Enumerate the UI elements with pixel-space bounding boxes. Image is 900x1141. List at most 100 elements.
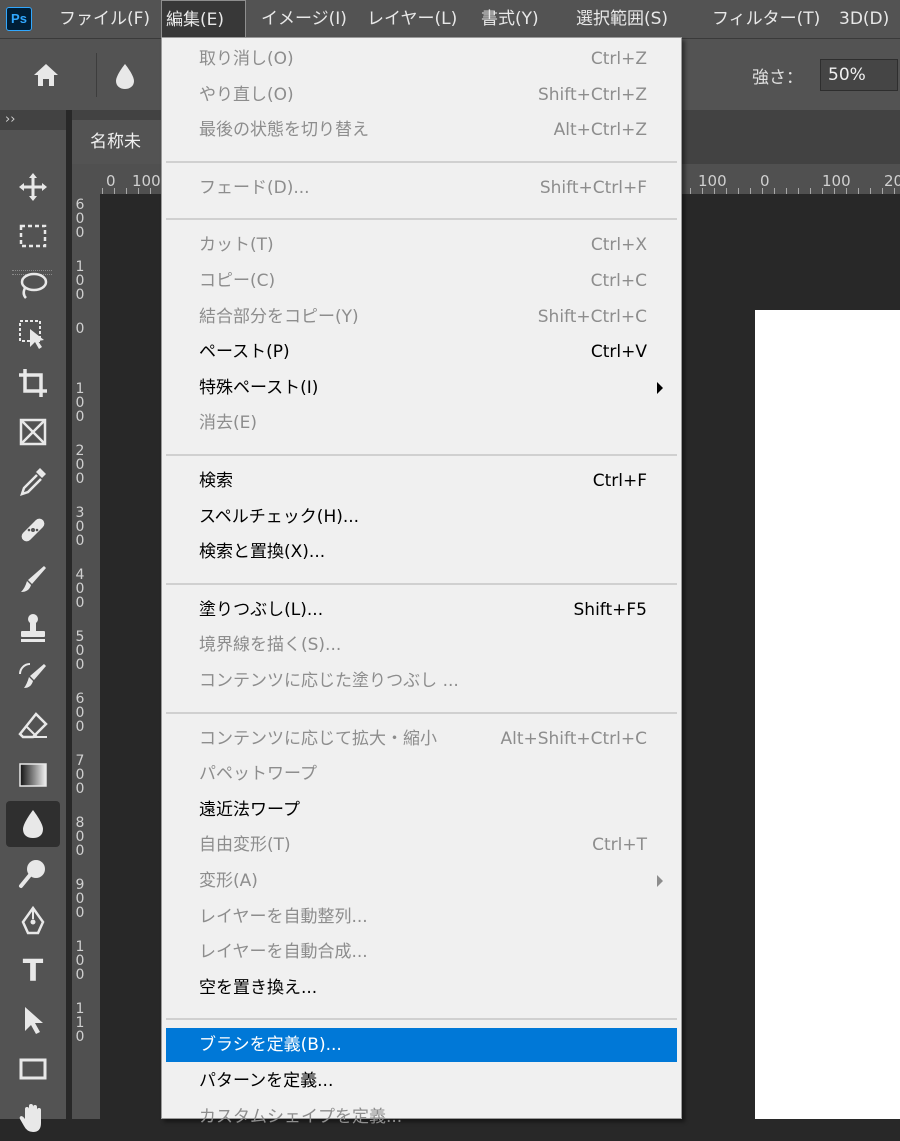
menu-item[interactable]: ブラシを定義(B)... — [166, 1028, 677, 1063]
menu-item[interactable]: パターンを定義... — [166, 1064, 677, 1098]
ruler-v-label: 0 — [75, 287, 85, 303]
menubar-item[interactable]: 3D(D) — [835, 0, 900, 38]
ruler-v-label: 9 — [75, 877, 85, 893]
ruler-v-label: 0 — [75, 967, 85, 983]
edit-menu-dropdown: 取り消し(O) Ctrl+Z やり直し(O) Shift+Ctrl+Z 最後の状態を切り… — [161, 37, 682, 1127]
crop-tool-icon[interactable] — [6, 360, 60, 406]
object-select-tool-icon[interactable] — [6, 311, 60, 357]
clone-stamp-tool-icon[interactable] — [6, 605, 60, 651]
submenu-arrow-icon — [657, 381, 663, 394]
path-select-tool-icon[interactable] — [6, 997, 60, 1043]
dodge-tool-icon[interactable] — [6, 850, 60, 896]
history-brush-tool-icon[interactable] — [6, 654, 60, 700]
ruler-v-label: 1 — [75, 259, 85, 275]
menu-item[interactable]: カスタムシェイプを定義... — [166, 1100, 677, 1134]
ruler-v-label: 0 — [75, 767, 85, 783]
menu-item[interactable]: 検索 Ctrl+F — [166, 464, 677, 498]
menu-item[interactable]: コンテンツに応じた塗りつぶし ... — [166, 664, 677, 698]
menu-item[interactable]: 取り消し(O) Ctrl+Z — [166, 42, 677, 76]
menubar-item[interactable]: 選択範囲(S) — [572, 0, 698, 38]
menu-item-label: コピー(C) — [199, 271, 276, 291]
lasso-tool-icon[interactable] — [6, 262, 60, 308]
menu-item[interactable]: 消去(E) — [166, 406, 677, 440]
type-tool-icon[interactable]: T — [6, 948, 60, 994]
menu-item[interactable]: 検索と置換(X)... — [166, 535, 677, 569]
blur-tool-preset-icon[interactable] — [112, 61, 138, 91]
ruler-v-label: 0 — [75, 781, 85, 797]
canvas-document[interactable] — [755, 310, 900, 1119]
ruler-h-label: 100 — [132, 172, 161, 190]
rectangle-tool-icon[interactable] — [6, 1046, 60, 1092]
strength-label: 強さ： — [752, 68, 803, 88]
menu-item-label: 最後の状態を切り替え — [199, 120, 369, 141]
menu-item-label: フェード(D)... — [199, 177, 310, 198]
menu-item[interactable]: 自由変形(T) Ctrl+T — [166, 828, 677, 862]
hand-tool-icon[interactable] — [6, 1095, 60, 1141]
menu-item[interactable]: レイヤーを自動合成... — [166, 935, 677, 969]
menu-item[interactable]: レイヤーを自動整列... — [166, 900, 677, 934]
menubar-item[interactable]: イメージ(I) — [257, 0, 354, 38]
menubar-item[interactable]: 書式(Y) — [477, 0, 557, 38]
menu-item[interactable]: ペースト(P) Ctrl+V — [166, 335, 677, 369]
menu-separator — [166, 711, 677, 714]
menu-bar: Ps ファイル(F) 編集(E) イメージ(I) レイヤー(L) 書式(Y) 選択範囲(S… — [0, 0, 900, 38]
menu-item-shortcut: Shift+Ctrl+F — [539, 177, 647, 198]
menu-item[interactable]: コンテンツに応じて拡大・縮小 Alt+Shift+Ctrl+C — [166, 722, 677, 756]
ruler-v-label: 7 — [75, 753, 85, 769]
marquee-tool-icon[interactable] — [6, 213, 60, 259]
menu-item-label: パターンを定義... — [199, 1071, 334, 1091]
gradient-tool-icon[interactable] — [6, 752, 60, 798]
ruler-h-label: 20 — [884, 172, 900, 190]
healing-brush-tool-icon[interactable] — [6, 507, 60, 553]
menu-item-shortcut: Alt+Ctrl+Z — [553, 120, 647, 141]
eraser-tool-icon[interactable] — [6, 703, 60, 749]
menubar-item[interactable]: レイヤー(L) — [363, 0, 466, 38]
menu-item[interactable]: 遠近法ワープ — [166, 793, 677, 827]
ruler-v-label: 0 — [75, 595, 85, 611]
pen-tool-icon[interactable] — [6, 899, 60, 945]
menu-item-label: 変形(A) — [199, 871, 258, 891]
ruler-v-label: 5 — [75, 629, 85, 645]
menu-item[interactable]: スペルチェック(H)... — [166, 500, 677, 534]
menu-item-label: パペットワープ — [199, 764, 317, 785]
menu-item[interactable]: 空を置き換え... — [166, 971, 677, 1005]
menu-item-label: 特殊ペースト(I) — [199, 377, 319, 398]
menu-item[interactable]: コピー(C) Ctrl+C — [166, 264, 677, 298]
frame-tool-icon[interactable] — [6, 409, 60, 455]
menu-item-shortcut: Ctrl+Z — [590, 49, 647, 69]
move-tool-icon[interactable] — [6, 164, 60, 210]
type-tool-glyph: T — [22, 953, 44, 989]
home-icon[interactable] — [30, 59, 62, 91]
menu-item[interactable]: 結合部分をコピー(Y) Shift+Ctrl+C — [166, 300, 677, 334]
ruler-v-label: 0 — [75, 457, 85, 473]
blur-tool-icon[interactable] — [6, 801, 60, 847]
menu-item-label: ペースト(P) — [199, 342, 290, 363]
panel-collapse-button[interactable]: ›› — [0, 110, 66, 130]
menu-separator — [166, 582, 677, 585]
menu-item[interactable]: カット(T) Ctrl+X — [166, 228, 677, 262]
menu-item[interactable]: 最後の状態を切り替え Alt+Ctrl+Z — [166, 113, 677, 147]
menu-item[interactable]: 塗りつぶし(L)... Shift+F5 — [166, 593, 677, 627]
eyedropper-tool-icon[interactable] — [6, 458, 60, 504]
menu-item[interactable]: 境界線を描く(S)... — [166, 628, 677, 662]
menu-item[interactable]: 特殊ペースト(I) — [166, 371, 677, 405]
menu-item[interactable]: 変形(A) — [166, 864, 677, 898]
menu-item-shortcut: Ctrl+X — [590, 235, 647, 256]
brush-tool-icon[interactable] — [6, 556, 60, 602]
menubar-item[interactable]: フィルター(T) — [708, 0, 825, 38]
menu-item[interactable]: フェード(D)... Shift+Ctrl+F — [166, 171, 677, 205]
strength-input[interactable]: 50% — [820, 59, 898, 91]
ruler-v-label: 0 — [75, 829, 85, 845]
menu-item-shortcut: Shift+Ctrl+C — [537, 306, 647, 327]
menu-item-label: 取り消し(O) — [199, 49, 294, 69]
menu-item[interactable]: やり直し(O) Shift+Ctrl+Z — [166, 78, 677, 112]
menubar-item[interactable]: ファイル(F) — [55, 0, 159, 38]
ruler-v-label: 0 — [75, 705, 85, 721]
ruler-v-label: 6 — [75, 197, 85, 213]
menu-item-label: 遠近法ワープ — [199, 799, 300, 820]
menubar-item[interactable]: 編集(E) — [161, 0, 246, 38]
document-tab[interactable]: 名称未 — [72, 120, 162, 164]
ruler-v-label: 0 — [75, 471, 85, 487]
menu-item-shortcut: Ctrl+T — [592, 835, 647, 856]
menu-item[interactable]: パペットワープ — [166, 757, 677, 791]
